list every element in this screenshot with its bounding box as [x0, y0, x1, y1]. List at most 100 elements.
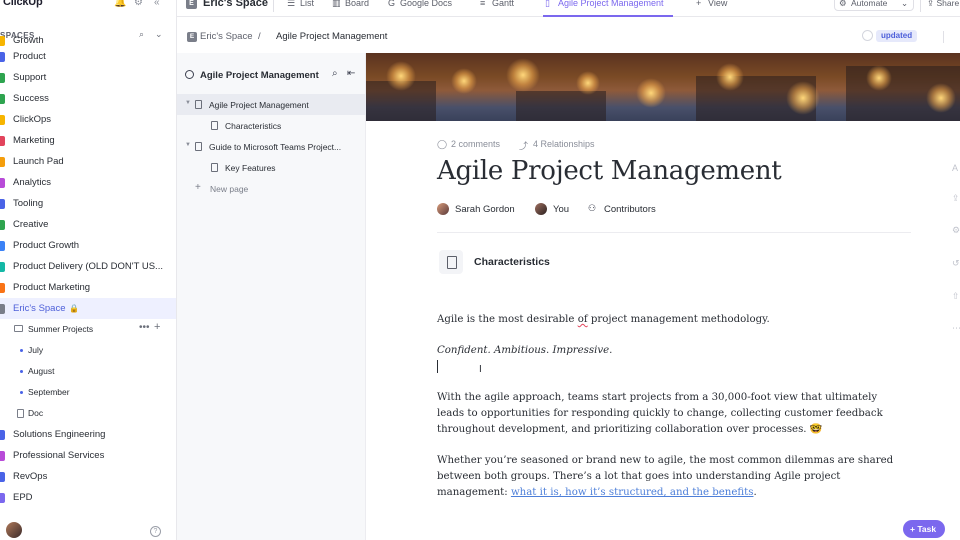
history-icon[interactable]: ↺ [952, 258, 960, 269]
outline-page-agile[interactable]: ▼ Agile Project Management [177, 94, 366, 115]
sidebar-item-success[interactable]: Success [0, 88, 176, 109]
space-icon [0, 261, 5, 272]
tab-google-docs[interactable]: Google Docs [400, 0, 452, 8]
settings-icon[interactable]: ⚙ [952, 225, 960, 236]
breadcrumb-space[interactable]: Eric's Space [200, 31, 253, 42]
paragraph[interactable]: With the agile approach, teams start pro… [437, 390, 907, 438]
relationships-link[interactable]: 4 Relationships [533, 139, 595, 149]
cover-light [786, 81, 820, 115]
outline-page-guide[interactable]: ▼ Guide to Microsoft Teams Project... [177, 136, 366, 157]
bell-icon[interactable]: 🔔 [114, 0, 126, 8]
font-icon[interactable]: A [952, 163, 958, 173]
author-name[interactable]: You [553, 204, 569, 215]
folder-item-summer-projects[interactable]: Summer Projects ••• + [0, 319, 176, 340]
sidebar-item-clickops[interactable]: ClickOps [0, 109, 176, 130]
gear-icon[interactable]: ⚙ [134, 0, 143, 8]
space-icon [0, 156, 5, 167]
tab-list[interactable]: List [300, 0, 314, 8]
sidebar-item-label: Growth [13, 35, 44, 46]
list-item-september[interactable]: September [0, 382, 176, 403]
list-label: August [28, 366, 55, 376]
export-icon[interactable]: ⇧ [952, 291, 960, 302]
sidebar-item-marketing[interactable]: Marketing [0, 130, 176, 151]
doc-item[interactable]: Doc [0, 403, 176, 424]
new-page-button[interactable]: + New page [177, 178, 366, 199]
paragraph-italic[interactable]: Confident. Ambitious. Impressive. [437, 343, 907, 359]
collapse-sidebar-icon[interactable]: « [154, 0, 160, 8]
sidebar-item-professional-services[interactable]: Professional Services [0, 445, 176, 466]
sidebar-item-support[interactable]: Support [0, 67, 176, 88]
share-icon[interactable]: ⇪ [952, 193, 960, 204]
add-task-button[interactable]: + Task [903, 520, 945, 538]
help-icon[interactable]: ? [150, 526, 161, 537]
avatar[interactable] [437, 203, 449, 215]
divider [920, 0, 921, 12]
plus-icon[interactable]: + [154, 321, 160, 333]
misspelled-word[interactable]: of [578, 314, 588, 325]
presence-icon[interactable] [862, 30, 873, 41]
sidebar-item-growth[interactable]: Growth [0, 35, 176, 46]
caret-down-icon[interactable]: ▼ [185, 100, 191, 106]
cover-image[interactable] [366, 53, 960, 121]
more-icon[interactable]: ⋯ [952, 323, 960, 334]
breadcrumb: E Eric's Space / Agile Project Managemen… [177, 27, 960, 49]
contributors-button[interactable]: Contributors [604, 204, 656, 215]
sidebar-item-label: Product [13, 51, 46, 62]
doc-outline-panel: Agile Project Management ⌕ ⇤ ▼ Agile Pro… [177, 53, 366, 540]
tab-gantt[interactable]: Gantt [492, 0, 514, 8]
sidebar-item-label: ClickOps [13, 114, 52, 125]
tab-board[interactable]: Board [345, 0, 369, 8]
doc-editor: ◯ 2 comments ⤴ 4 Relationships Agile Pro… [366, 53, 960, 540]
sidebar-item-product-marketing[interactable]: Product Marketing [0, 277, 176, 298]
new-page-label: New page [210, 184, 249, 194]
sidebar-item-erics-space[interactable]: Eric's Space 🔒 [0, 298, 176, 319]
sidebar-item-analytics[interactable]: Analytics [0, 172, 176, 193]
page-title[interactable]: Agile Project Management [437, 156, 782, 186]
sidebar-item-label: Product Growth [13, 240, 79, 251]
paragraph[interactable]: Agile is the most desirable of project m… [437, 312, 907, 328]
cover-building [516, 91, 606, 121]
caret-down-icon[interactable]: ▼ [185, 142, 191, 148]
outline-page-key-features[interactable]: Key Features [177, 157, 366, 178]
clickup-logo[interactable]: ClickUp [3, 0, 43, 8]
sidebar-item-epd[interactable]: EPD [0, 487, 176, 508]
sidebar-item-creative[interactable]: Creative [0, 214, 176, 235]
doc-link[interactable]: what it is, how it’s structured, and the… [511, 487, 754, 498]
space-list: Growth Product Support Success ClickOps … [0, 35, 176, 508]
sidebar-item-product-growth[interactable]: Product Growth [0, 235, 176, 256]
paragraph[interactable]: Whether you’re seasoned or brand new to … [437, 453, 907, 501]
space-icon [0, 114, 5, 125]
doc-icon: ▯ [545, 0, 550, 8]
avatar[interactable] [6, 522, 22, 538]
list-icon: ☰ [287, 0, 296, 8]
sidebar-item-tooling[interactable]: Tooling [0, 193, 176, 214]
tab-agile-project-management[interactable]: Agile Project Management [558, 0, 664, 8]
sidebar-item-launch-pad[interactable]: Launch Pad [0, 151, 176, 172]
breadcrumb-page[interactable]: Agile Project Management [276, 31, 387, 42]
sidebar-item-revops[interactable]: RevOps [0, 466, 176, 487]
sidebar-item-product[interactable]: Product [0, 46, 176, 67]
divider [943, 31, 944, 43]
outline-page-characteristics[interactable]: Characteristics [177, 115, 366, 136]
sidebar-item-solutions-engineering[interactable]: Solutions Engineering [0, 424, 176, 445]
sidebar-item-label: RevOps [13, 471, 48, 482]
list-label: September [28, 387, 70, 397]
collapse-panel-icon[interactable]: ⇤ [347, 68, 355, 79]
automate-button[interactable]: ⚙ Automate ⌄ [834, 0, 914, 11]
gantt-icon: ≡ [480, 0, 486, 8]
page-icon [211, 121, 218, 130]
avatar[interactable] [535, 203, 547, 215]
status-badge: updated [876, 30, 918, 42]
doc-label: Doc [28, 408, 44, 418]
space-title[interactable]: Eric's Space [203, 0, 268, 9]
list-item-august[interactable]: August [0, 361, 176, 382]
outline-title[interactable]: Agile Project Management [200, 70, 319, 81]
sidebar-item-product-delivery[interactable]: Product Delivery (OLD DON'T US... [0, 256, 176, 277]
share-button[interactable]: ⇪ Share [927, 0, 959, 9]
author-name[interactable]: Sarah Gordon [455, 204, 515, 215]
search-icon[interactable]: ⌕ [332, 68, 338, 79]
list-item-july[interactable]: July [0, 340, 176, 361]
comments-link[interactable]: 2 comments [451, 139, 500, 149]
more-options-icon[interactable]: ••• [139, 322, 150, 333]
add-view-button[interactable]: View [708, 0, 727, 8]
